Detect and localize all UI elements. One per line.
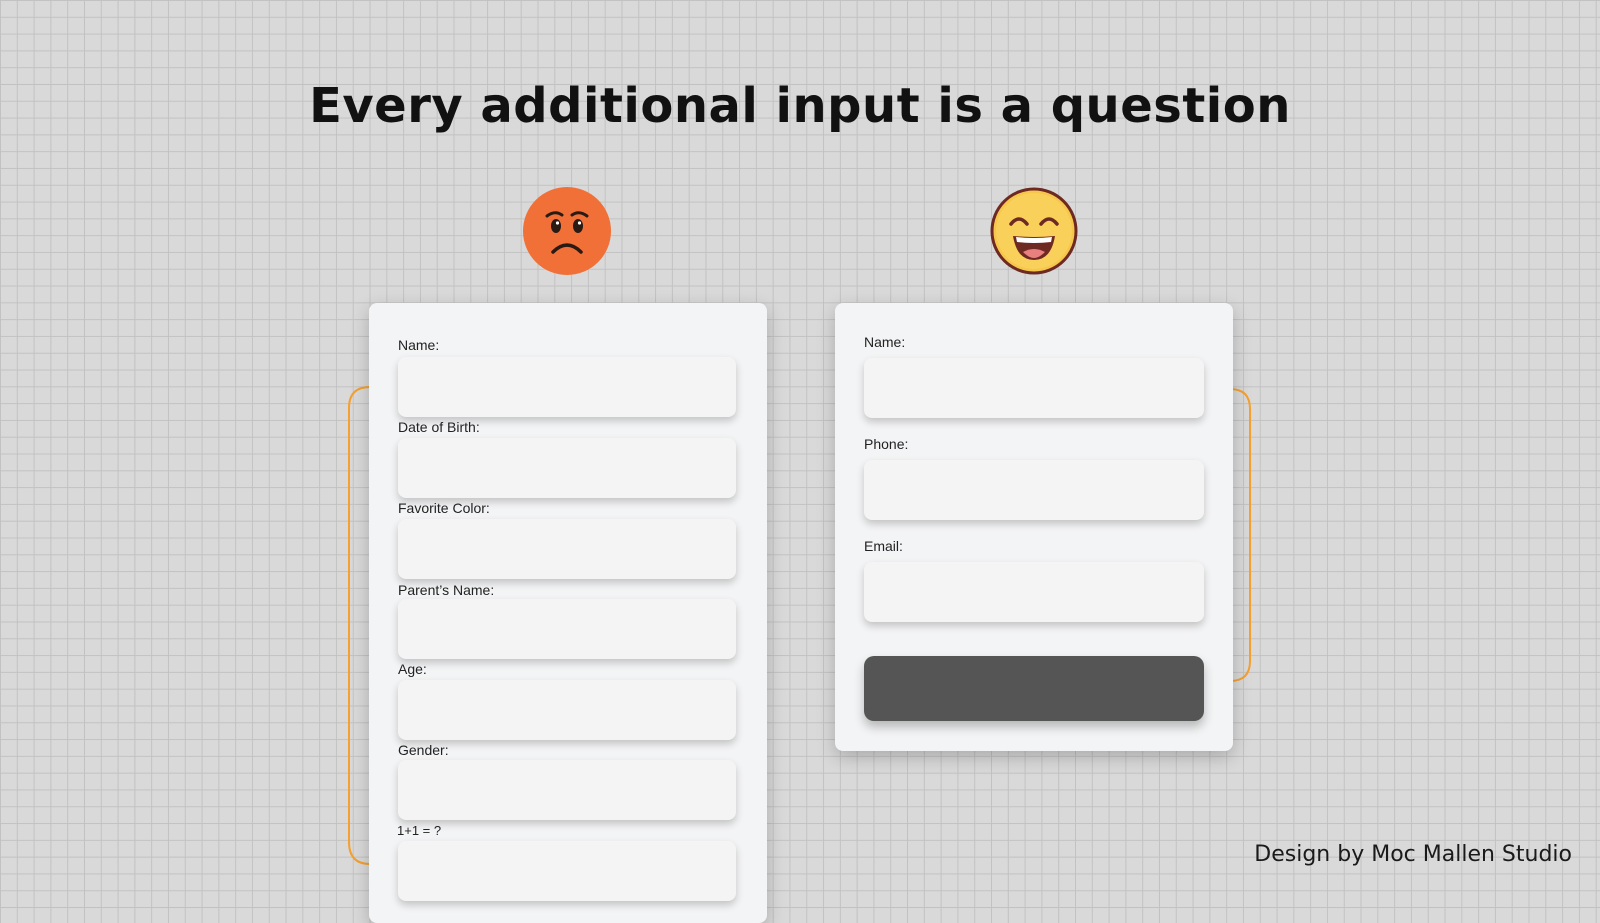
field-label-favorite-color: Favorite Color: bbox=[398, 500, 490, 516]
name-input[interactable] bbox=[398, 357, 736, 417]
date-of-birth-input[interactable] bbox=[398, 438, 736, 498]
grinning-face-icon bbox=[989, 186, 1079, 276]
page-title: Every additional input is a question bbox=[309, 78, 1291, 134]
name-input[interactable] bbox=[864, 358, 1204, 418]
short-form-card: Name: Phone: Email: bbox=[835, 303, 1233, 751]
long-form-card: Name: Date of Birth: Favorite Color: Par… bbox=[369, 303, 767, 923]
favorite-color-input[interactable] bbox=[398, 519, 736, 579]
field-label-parents-name: Parent’s Name: bbox=[398, 582, 495, 598]
submit-button[interactable] bbox=[864, 656, 1204, 721]
frowning-face-icon bbox=[522, 186, 612, 276]
age-input[interactable] bbox=[398, 680, 736, 740]
design-credit: Design by Moc Mallen Studio bbox=[1254, 842, 1572, 867]
field-label-name: Name: bbox=[864, 334, 906, 350]
field-label-age: Age: bbox=[398, 661, 427, 677]
email-input[interactable] bbox=[864, 562, 1204, 622]
parents-name-input[interactable] bbox=[398, 599, 736, 659]
field-label-captcha: 1+1 = ? bbox=[397, 823, 442, 838]
field-label-name: Name: bbox=[398, 337, 440, 353]
field-label-gender: Gender: bbox=[398, 742, 449, 758]
field-label-date-of-birth: Date of Birth: bbox=[398, 419, 480, 435]
captcha-input[interactable] bbox=[398, 841, 736, 901]
gender-input[interactable] bbox=[398, 760, 736, 820]
phone-input[interactable] bbox=[864, 460, 1204, 520]
field-label-email: Email: bbox=[864, 538, 903, 554]
field-label-phone: Phone: bbox=[864, 436, 909, 452]
